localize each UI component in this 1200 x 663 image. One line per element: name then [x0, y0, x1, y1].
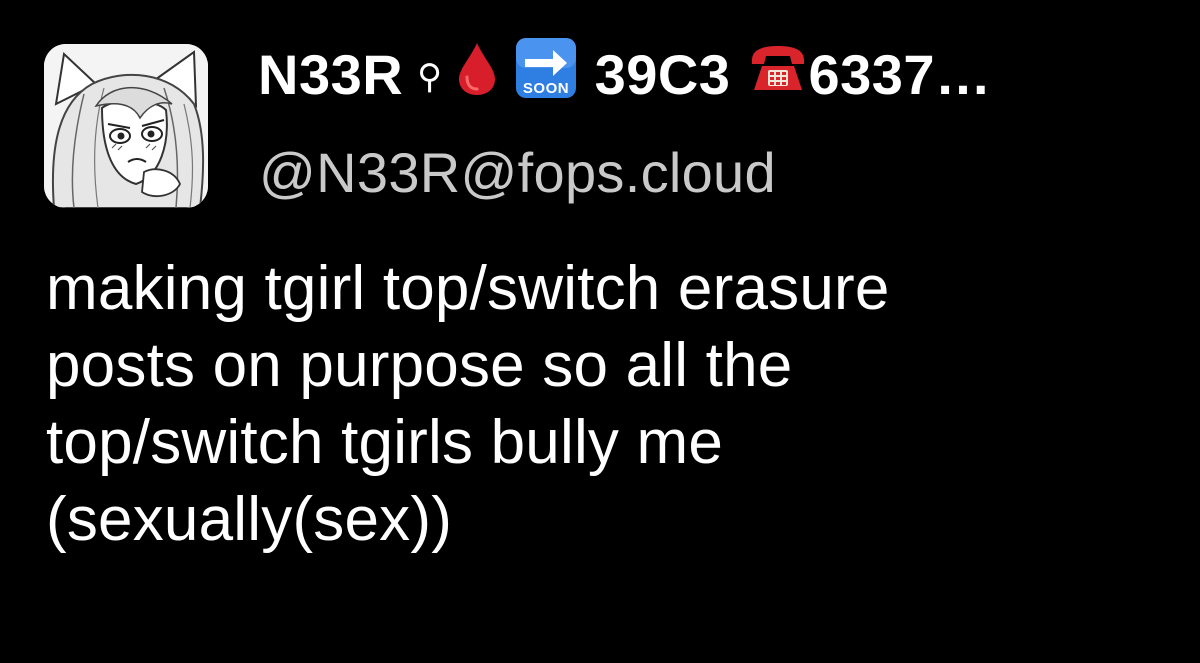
display-name-text: N33R	[258, 42, 404, 106]
user-handle[interactable]: @N33R@fops.cloud	[259, 140, 776, 205]
avatar-image	[44, 44, 208, 208]
venus-symbol: ⚲	[417, 58, 443, 96]
content-line: making tgirl top/switch erasure	[46, 254, 890, 323]
content-line: posts on purpose so all the	[46, 331, 793, 400]
display-name-suffix: 6337…	[808, 42, 992, 106]
post-content: making tgirl top/switch erasure posts on…	[46, 250, 1176, 558]
soon-label: SOON	[522, 80, 568, 97]
display-name[interactable]: N33R ⚲ SOON 39C3 6337…	[258, 37, 992, 108]
blood-drop-icon	[457, 41, 497, 108]
avatar[interactable]	[44, 44, 208, 208]
telephone-icon	[748, 42, 808, 107]
soon-arrow-icon: SOON	[515, 37, 577, 112]
event-text: 39C3	[594, 42, 731, 106]
content-line: (sexually(sex))	[46, 485, 453, 554]
content-line: top/switch tgirls bully me	[46, 408, 724, 477]
post-card: N33R ⚲ SOON 39C3 6337… @N33R@fops.cloud …	[0, 0, 1200, 663]
